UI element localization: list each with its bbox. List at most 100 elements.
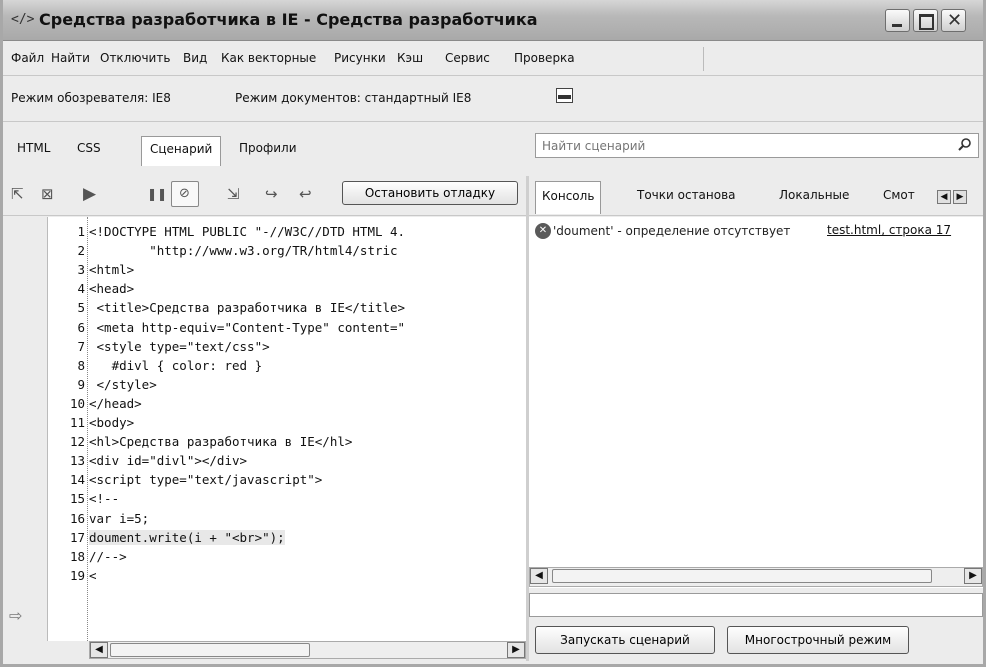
code-line[interactable]: 15 <!-- bbox=[47, 491, 527, 510]
code-line[interactable]: 3 <html> bbox=[47, 262, 527, 281]
code-line[interactable]: 6 <meta http-equiv="Content-Type" conten… bbox=[47, 320, 527, 339]
title-bar[interactable]: </> Средства разработчика в IE - Средств… bbox=[3, 0, 983, 41]
maximize-button[interactable] bbox=[913, 9, 938, 32]
line-number[interactable]: 6 bbox=[47, 320, 85, 335]
break-on-error-icon[interactable]: ⊠ bbox=[41, 185, 54, 203]
scrollbar-thumb[interactable] bbox=[552, 569, 932, 583]
line-number[interactable]: 14 bbox=[47, 472, 85, 487]
code-line[interactable]: 18 //--> bbox=[47, 549, 527, 568]
tab-profiler[interactable]: Профили bbox=[231, 138, 305, 162]
code-line[interactable]: 11 <body> bbox=[47, 415, 527, 434]
code-text: <meta http-equiv="Content-Type" content=… bbox=[89, 319, 406, 335]
code-horizontal-scrollbar[interactable]: ◀ ▶ bbox=[89, 641, 526, 659]
tab-html[interactable]: HTML bbox=[9, 138, 58, 162]
tab-console[interactable]: Консоль bbox=[535, 181, 602, 214]
line-number[interactable]: 15 bbox=[47, 491, 85, 506]
break-all-icon[interactable]: ❚❚ bbox=[147, 185, 167, 203]
search-input[interactable] bbox=[536, 134, 936, 157]
line-number[interactable]: 17 bbox=[47, 530, 85, 545]
menu-tools[interactable]: Сервис bbox=[445, 51, 490, 65]
tab-watch[interactable]: Смот bbox=[883, 188, 915, 202]
minimize-button[interactable] bbox=[885, 9, 910, 32]
developer-tools-window: </> Средства разработчика в IE - Средств… bbox=[0, 0, 986, 667]
menu-images[interactable]: Рисунки bbox=[334, 51, 386, 65]
menu-validate[interactable]: Проверка bbox=[514, 51, 575, 65]
line-number[interactable]: 10 bbox=[47, 396, 85, 411]
line-number[interactable]: 2 bbox=[47, 243, 85, 258]
code-line[interactable]: 17 doument.write(i + "<br>"); bbox=[47, 529, 527, 549]
code-line[interactable]: 2 "http://www.w3.org/TR/html4/stric bbox=[47, 243, 527, 262]
error-source-link[interactable]: test.html, строка 17 bbox=[825, 223, 952, 237]
tab-locals[interactable]: Локальные bbox=[779, 188, 849, 202]
code-line[interactable]: 12 <hl>Средства разработчика в IE</hl> bbox=[47, 434, 527, 453]
continue-icon[interactable]: ▶ bbox=[83, 185, 96, 203]
code-line[interactable]: 14 <script type="text/javascript"> bbox=[47, 472, 527, 491]
line-number[interactable]: 3 bbox=[47, 262, 85, 277]
code-line[interactable]: 13 <div id="divl"></div> bbox=[47, 453, 527, 472]
line-number[interactable]: 11 bbox=[47, 415, 85, 430]
scrollbar-thumb[interactable] bbox=[110, 643, 310, 657]
line-number[interactable]: 1 bbox=[47, 224, 85, 239]
line-number[interactable]: 9 bbox=[47, 377, 85, 392]
code-line[interactable]: 8 #divl { color: red } bbox=[47, 358, 527, 377]
code-line[interactable]: 10 </head> bbox=[47, 396, 527, 415]
tab-breakpoints[interactable]: Точки останова bbox=[637, 188, 736, 202]
menu-cache[interactable]: Кэш bbox=[397, 51, 423, 65]
stop-sign-icon: ⊘ bbox=[179, 186, 190, 201]
line-number[interactable]: 13 bbox=[47, 453, 85, 468]
console-command-input[interactable] bbox=[530, 594, 980, 616]
document-mode-menu[interactable]: Режим документов: стандартный IE8 bbox=[235, 91, 471, 105]
code-line[interactable]: 5 <title>Средства разработчика в IE</tit… bbox=[47, 300, 527, 319]
console-horizontal-scrollbar[interactable]: ◀ ▶ bbox=[529, 567, 983, 587]
tabs-scroll-left-icon[interactable]: ◀ bbox=[937, 190, 951, 204]
code-line[interactable]: 7 <style type="text/css"> bbox=[47, 339, 527, 358]
console-output[interactable]: ✕ 'doument' - определение отсутствует te… bbox=[529, 217, 983, 588]
line-number[interactable]: 7 bbox=[47, 339, 85, 354]
tab-script[interactable]: Сценарий bbox=[141, 136, 222, 166]
line-number[interactable]: 16 bbox=[47, 511, 85, 526]
scroll-left-icon[interactable]: ◀ bbox=[530, 568, 548, 584]
code-text: <script type="text/javascript"> bbox=[89, 472, 323, 488]
step-over-icon[interactable]: ↪ bbox=[265, 185, 278, 203]
code-text: <html> bbox=[89, 262, 135, 278]
step-into-icon[interactable]: ⇲ bbox=[227, 185, 240, 203]
scroll-right-icon[interactable]: ▶ bbox=[507, 642, 525, 658]
error-message: 'doument' - определение отсутствует bbox=[553, 224, 791, 238]
search-script-field[interactable] bbox=[535, 133, 979, 158]
code-line[interactable]: 1 <!DOCTYPE HTML PUBLIC "-//W3C//DTD HTML… bbox=[47, 224, 527, 243]
line-number[interactable]: 8 bbox=[47, 358, 85, 373]
browser-mode-menu[interactable]: Режим обозревателя: IE8 bbox=[11, 91, 171, 105]
tabs-scroll-right-icon[interactable]: ▶ bbox=[953, 190, 967, 204]
code-text: <title>Средства разработчика в IE</title… bbox=[89, 300, 406, 316]
line-number[interactable]: 4 bbox=[47, 281, 85, 296]
pin-window-icon[interactable] bbox=[556, 88, 573, 103]
stop-debugging-button[interactable]: Остановить отладку bbox=[342, 181, 518, 205]
multiline-mode-button[interactable]: Многострочный режим bbox=[727, 626, 909, 654]
select-element-icon[interactable]: ⇱ bbox=[11, 185, 24, 203]
line-number[interactable]: 12 bbox=[47, 434, 85, 449]
step-out-icon[interactable]: ↩ bbox=[299, 185, 312, 203]
line-number[interactable]: 5 bbox=[47, 300, 85, 315]
scroll-left-icon[interactable]: ◀ bbox=[90, 642, 108, 658]
menu-view[interactable]: Вид bbox=[183, 51, 207, 65]
scroll-right-icon[interactable]: ▶ bbox=[964, 568, 982, 584]
search-icon[interactable] bbox=[958, 137, 972, 151]
menu-file[interactable]: Файл bbox=[11, 51, 44, 65]
run-script-button[interactable]: Запускать сценарий bbox=[535, 626, 715, 654]
menu-outline[interactable]: Как векторные bbox=[221, 51, 316, 65]
line-number[interactable]: 19 bbox=[47, 568, 85, 583]
code-line[interactable]: 4 <head> bbox=[47, 281, 527, 300]
line-number[interactable]: 18 bbox=[47, 549, 85, 564]
code-text: //--> bbox=[89, 548, 127, 564]
close-button[interactable]: ✕ bbox=[941, 9, 966, 32]
console-command-field[interactable] bbox=[529, 593, 983, 617]
break-on-error-toggle[interactable]: ⊘ bbox=[171, 181, 199, 207]
menu-disable[interactable]: Отключить bbox=[100, 51, 170, 65]
tab-css[interactable]: CSS bbox=[69, 138, 109, 162]
menu-find[interactable]: Найти bbox=[51, 51, 90, 65]
console-error-entry[interactable]: ✕ 'doument' - определение отсутствует te… bbox=[535, 223, 983, 241]
code-line[interactable]: 16 var i=5; bbox=[47, 511, 527, 530]
code-line[interactable]: 19 < bbox=[47, 568, 527, 587]
menu-bar: Файл Найти Отключить Вид Как векторные Р… bbox=[3, 42, 983, 76]
code-line[interactable]: 9 </style> bbox=[47, 377, 527, 396]
